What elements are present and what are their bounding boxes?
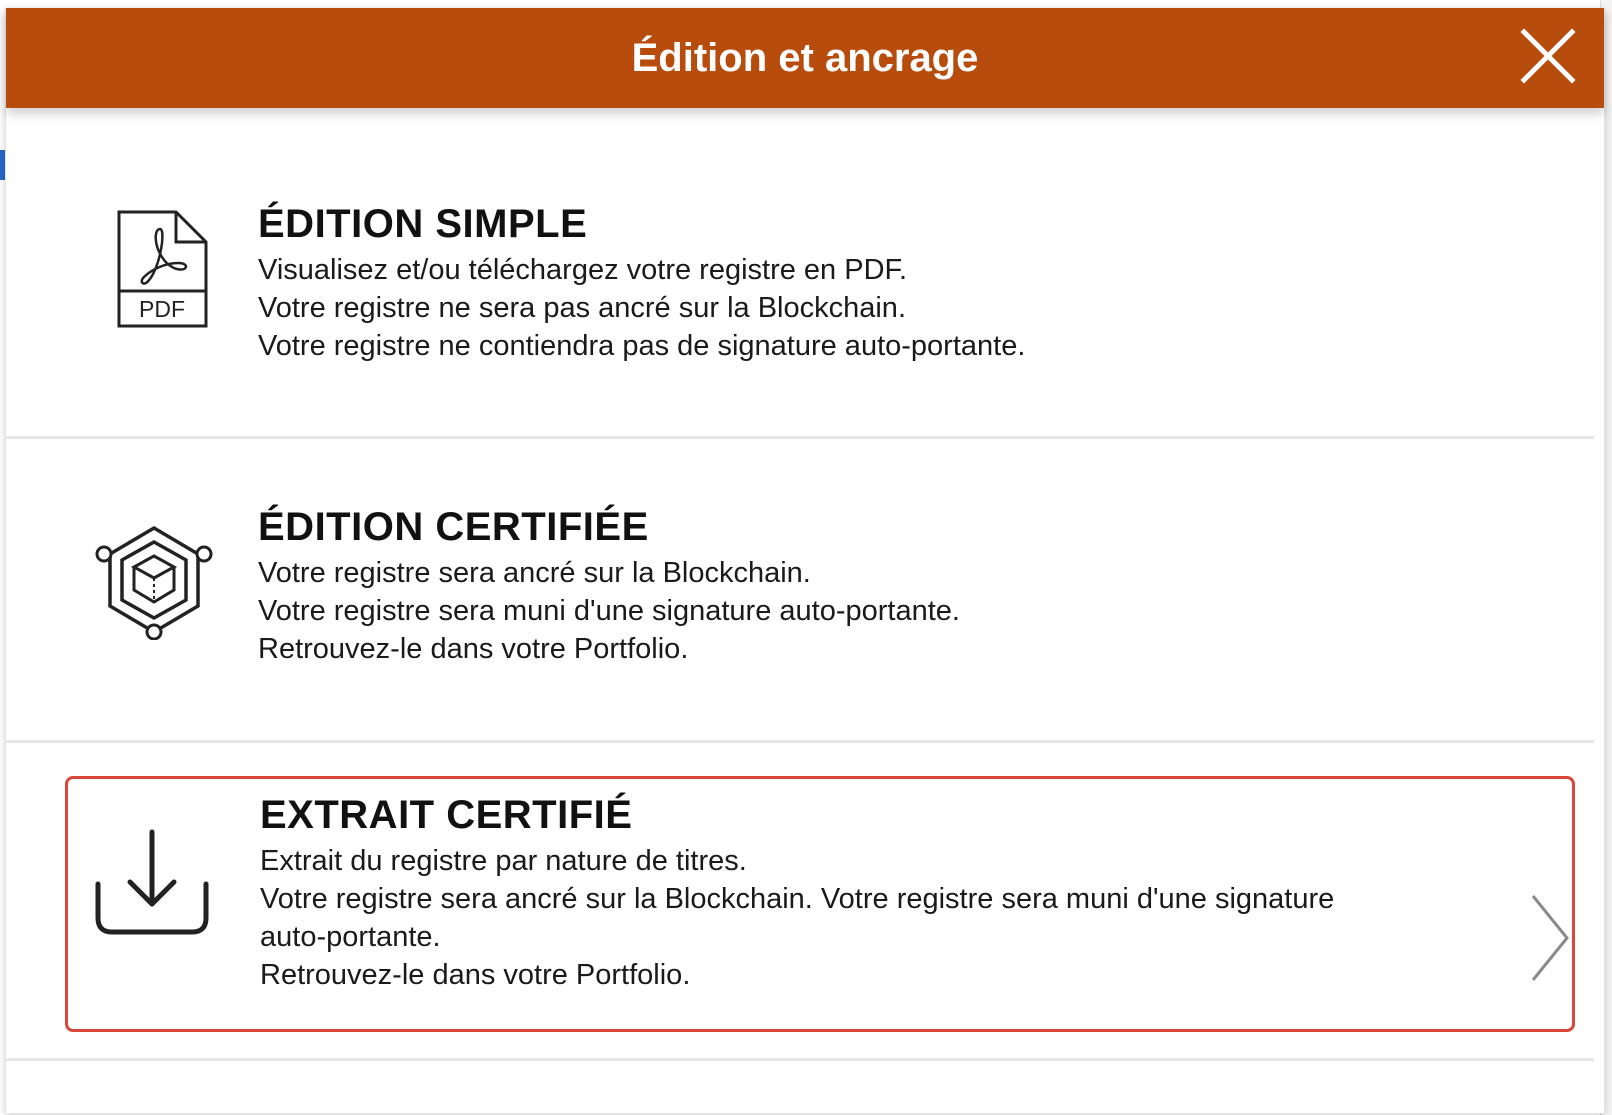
divider	[6, 1058, 1594, 1061]
option-description-line: Retrouvez-le dans votre Portfolio.	[258, 633, 689, 665]
option-title: ÉDITION CERTIFIÉE	[258, 505, 649, 549]
option-edition-certifiee-text: ÉDITION CERTIFIÉE Votre registre sera an…	[258, 504, 960, 668]
close-icon	[1520, 28, 1576, 84]
background-top-strip	[0, 0, 1612, 6]
option-edition-certifiee[interactable]: ÉDITION CERTIFIÉE Votre registre sera an…	[6, 442, 1604, 742]
divider	[6, 740, 1594, 743]
option-description-line: Votre registre sera muni d'une signature…	[258, 595, 960, 627]
option-description-line: Votre registre sera ancré sur la Blockch…	[258, 557, 811, 589]
selection-highlight	[65, 776, 1575, 1032]
close-button[interactable]	[1516, 24, 1580, 88]
option-description-line: Visualisez et/ou téléchargez votre regis…	[258, 254, 908, 286]
option-description-line: Votre registre ne contiendra pas de sign…	[258, 330, 1026, 362]
option-description-line: Votre registre ne sera pas ancré sur la …	[258, 292, 906, 324]
chevron-right-icon[interactable]	[1525, 890, 1575, 986]
pdf-file-icon: PDF	[114, 209, 210, 334]
option-edition-simple-text: ÉDITION SIMPLE Visualisez et/ou téléchar…	[258, 201, 1025, 365]
modal-header: Édition et ancrage	[6, 8, 1604, 108]
option-title: ÉDITION SIMPLE	[258, 202, 588, 246]
svg-text:PDF: PDF	[139, 296, 185, 322]
divider	[6, 436, 1594, 439]
modal-title: Édition et ancrage	[631, 36, 979, 80]
option-edition-simple[interactable]: PDF ÉDITION SIMPLE Visualisez et/ou télé…	[6, 113, 1604, 438]
blockchain-cube-icon	[94, 520, 214, 645]
